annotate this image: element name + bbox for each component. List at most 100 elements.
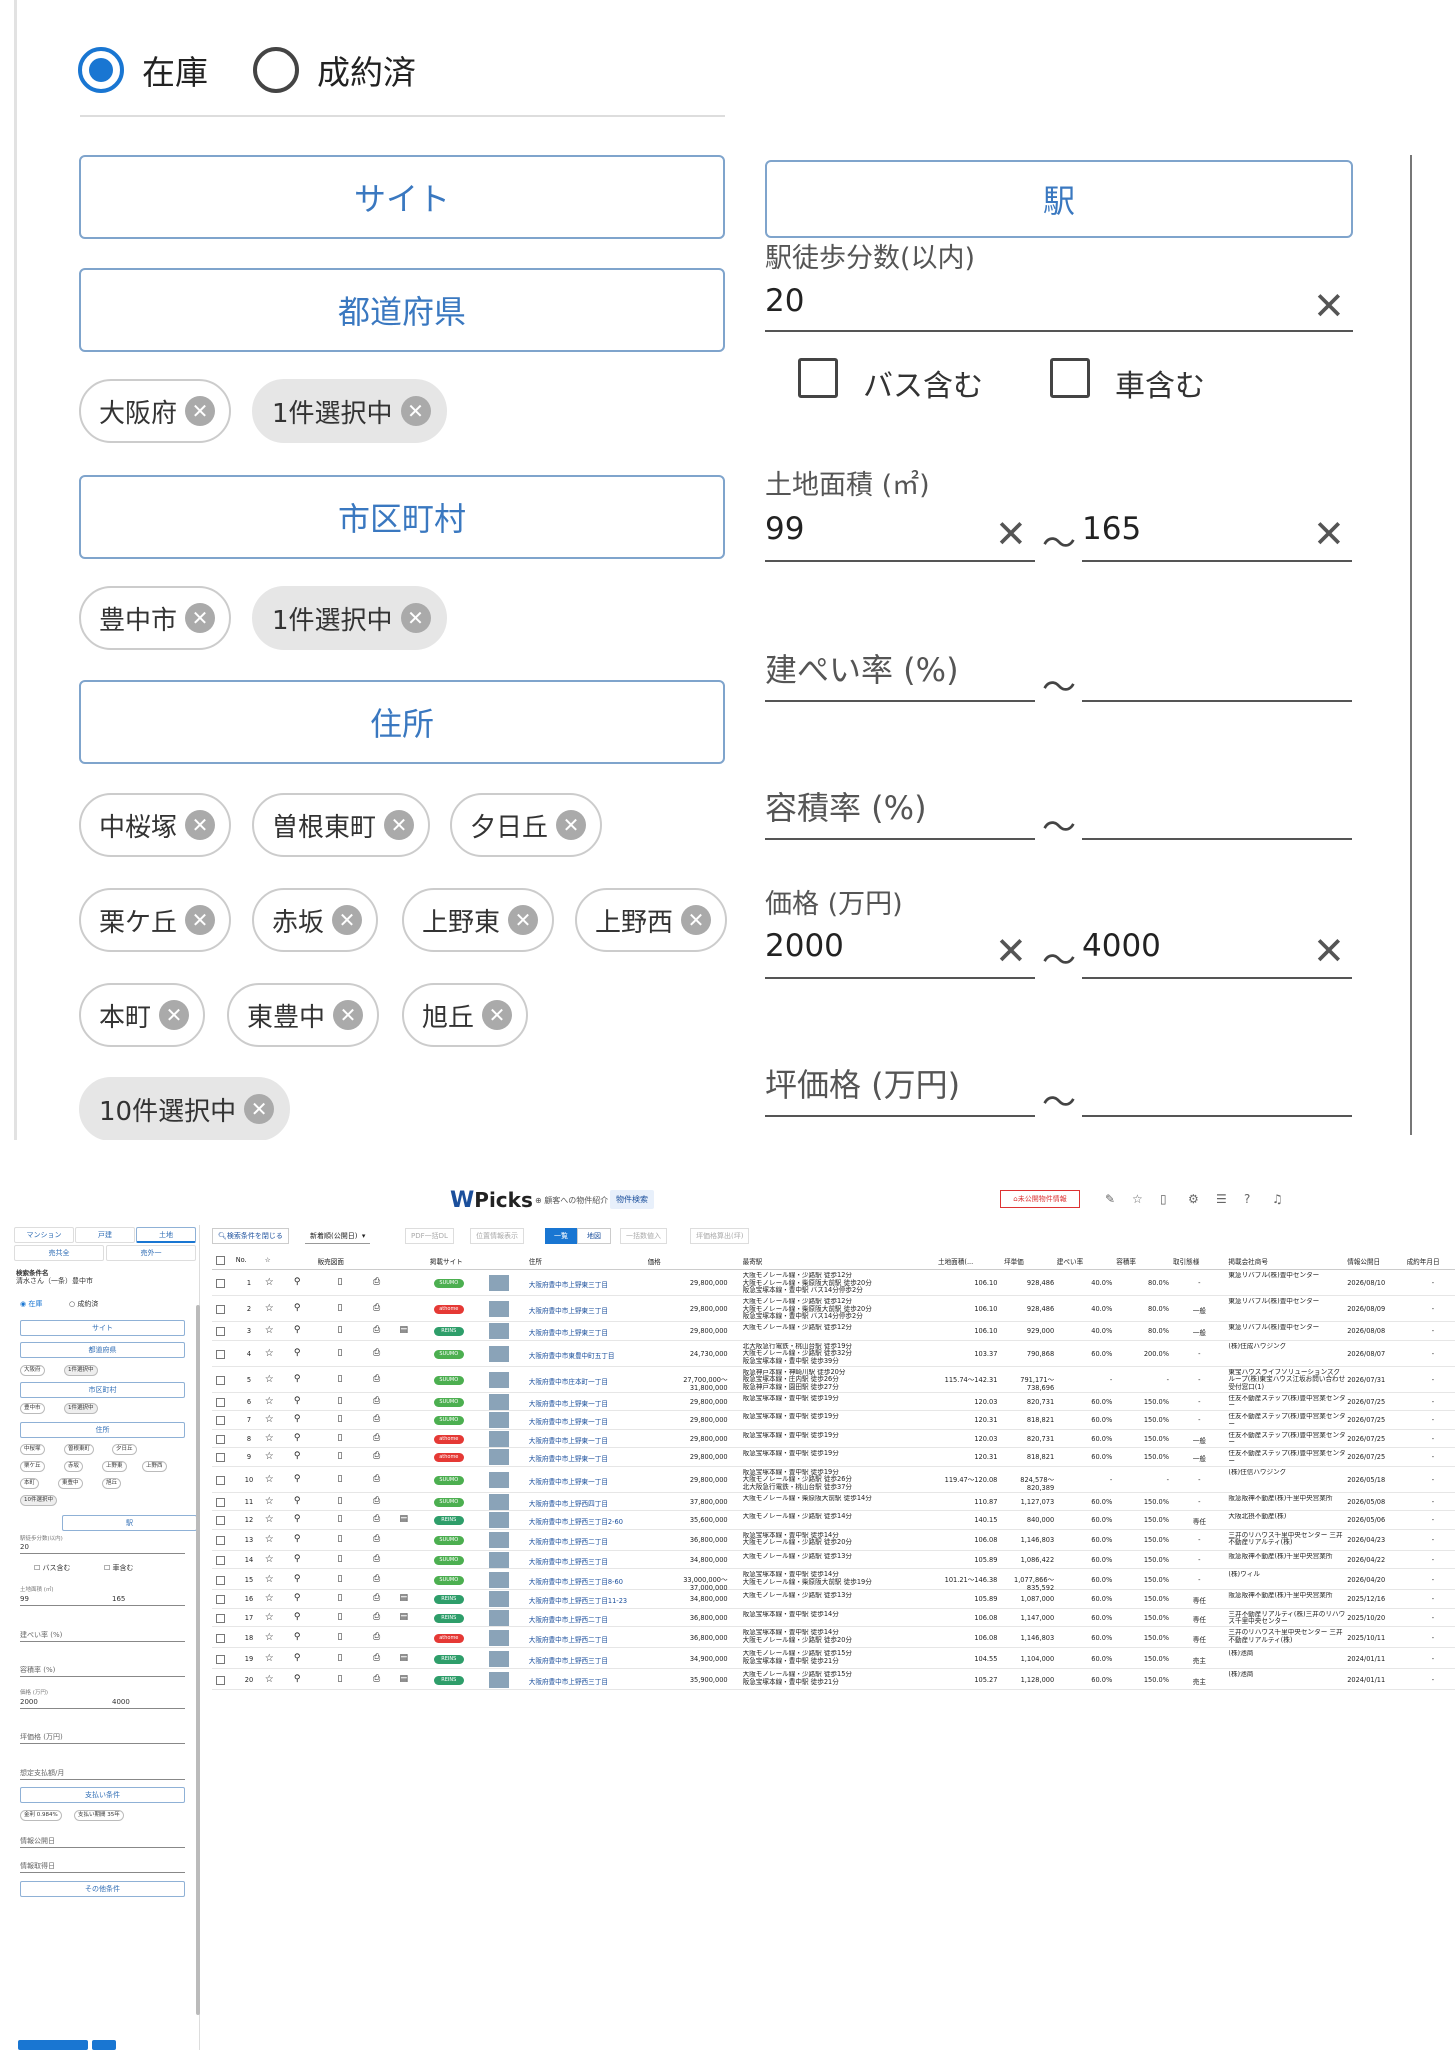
map-pin-icon[interactable]: ⚲: [294, 1396, 312, 1406]
share-icon[interactable]: ⎙: [373, 1632, 391, 1642]
map-pin-icon[interactable]: ⚲: [294, 1474, 312, 1484]
row-checkbox[interactable]: [216, 1613, 225, 1623]
table-row[interactable]: 17 ☆ ⚲ ▯ ⎙ ▤ REINS 大阪府豊中市上野西二丁目 36,800,000 阪急宝塚本線…: [212, 1609, 1455, 1627]
walk-input-mini[interactable]: 20: [20, 1543, 29, 1551]
station-button-mini[interactable]: 駅: [62, 1515, 197, 1531]
drawing-icon[interactable]: ▯: [318, 1632, 363, 1642]
nav-customer-intro[interactable]: ⊕ 顧客への物件紹介: [535, 1195, 608, 1206]
site-badge[interactable]: athome: [433, 1305, 464, 1314]
map-pin-icon[interactable]: ⚲: [294, 1451, 312, 1461]
price-max-mini[interactable]: 4000: [112, 1698, 130, 1706]
map-pin-icon[interactable]: ⚲: [294, 1534, 312, 1544]
select-all-checkbox[interactable]: [216, 1256, 225, 1265]
remove-icon[interactable]: ✕: [159, 1000, 190, 1030]
star-icon[interactable]: ☆: [265, 1433, 283, 1444]
star-icon[interactable]: ☆: [265, 1451, 283, 1462]
chip-address[interactable]: 旭丘 ✕: [402, 983, 529, 1047]
property-thumbnail[interactable]: [489, 1371, 510, 1388]
star-icon[interactable]: ☆: [265, 1554, 283, 1565]
property-thumbnail[interactable]: [489, 1393, 510, 1410]
map-pin-icon[interactable]: ⚲: [294, 1496, 312, 1506]
chip-address[interactable]: 本町 ✕: [79, 983, 206, 1047]
column-header[interactable]: 情報公開日: [1347, 1256, 1402, 1266]
remove-icon[interactable]: ✕: [556, 810, 587, 840]
share-icon[interactable]: ⎙: [373, 1653, 391, 1663]
table-row[interactable]: 13 ☆ ⚲ ▯ ⎙ SUUMO 大阪府豊中市上野西二丁目 36,800,000 阪急宝塚本線・…: [212, 1530, 1455, 1551]
address-link[interactable]: 大阪府豊中市庄本町一丁目: [529, 1376, 674, 1386]
share-icon[interactable]: ⎙: [373, 1593, 391, 1603]
map-pin-icon[interactable]: ⚲: [294, 1414, 312, 1424]
share-icon[interactable]: ⎙: [373, 1277, 391, 1287]
chip-city-selected[interactable]: 1件選択中 ✕: [252, 586, 447, 650]
map-pin-icon[interactable]: ⚲: [294, 1433, 312, 1443]
star-icon[interactable]: ☆: [265, 1374, 283, 1385]
monthly-underline-mini[interactable]: [20, 1779, 185, 1780]
map-pin-icon[interactable]: ⚲: [294, 1632, 312, 1642]
drawing-icon[interactable]: ▯: [318, 1534, 363, 1544]
chip-mini[interactable]: 上野西: [142, 1461, 167, 1472]
star-icon[interactable]: ☆: [265, 1593, 283, 1604]
drawing-icon[interactable]: ▯: [318, 1554, 363, 1564]
address-link[interactable]: 大阪府豊中市上野西二丁目: [529, 1536, 674, 1546]
site-badge[interactable]: REINS: [433, 1613, 464, 1623]
table-row[interactable]: 6 ☆ ⚲ ▯ ⎙ SUUMO 大阪府豊中市上野東一丁目 29,800,000 阪急宝塚本線・豊…: [212, 1393, 1455, 1411]
remove-icon[interactable]: ✕: [185, 603, 216, 633]
chip-mini[interactable]: 豊中市: [20, 1403, 45, 1414]
drawing-icon[interactable]: ▯: [318, 1496, 363, 1506]
chip-mini[interactable]: 上野東: [102, 1461, 127, 1472]
address-link[interactable]: 大阪府豊中市上野西二丁目: [529, 1614, 674, 1624]
chip-address-selected[interactable]: 10件選択中 ✕: [79, 1077, 291, 1141]
address-link[interactable]: 大阪府豊中市上野西四丁目: [529, 1498, 674, 1508]
column-header[interactable]: 掲載サイト: [430, 1256, 489, 1266]
table-row[interactable]: 2 ☆ ⚲ ▯ ⎙ athome 大阪府豊中市上野東三丁目 29,800,000 大阪モノレール…: [212, 1296, 1455, 1322]
site-button-mini[interactable]: サイト: [20, 1320, 185, 1336]
star-icon[interactable]: ☆: [265, 1396, 283, 1407]
chip-pref-selected[interactable]: 1件選択中 ✕: [252, 379, 447, 443]
row-checkbox[interactable]: [216, 1453, 225, 1463]
land-max-input[interactable]: 165: [1082, 511, 1141, 547]
table-row[interactable]: 11 ☆ ⚲ ▯ ⎙ SUUMO 大阪府豊中市上野西四丁目 37,800,000 大阪モノレール…: [212, 1493, 1455, 1511]
row-checkbox[interactable]: [216, 1654, 225, 1664]
map-info-button[interactable]: 位置情報表示: [470, 1228, 524, 1244]
share-icon[interactable]: ⎙: [373, 1474, 391, 1484]
share-icon[interactable]: ⎙: [373, 1414, 391, 1424]
price-min-mini[interactable]: 2000: [20, 1698, 38, 1706]
get-date-mini[interactable]: 情報取得日: [20, 1861, 55, 1871]
map-pin-icon[interactable]: ⚲: [294, 1303, 312, 1313]
drawing-icon[interactable]: ▯: [318, 1277, 363, 1287]
property-thumbnail[interactable]: [489, 1345, 510, 1362]
clear-icon[interactable]: ✕: [1313, 287, 1345, 325]
site-badge[interactable]: REINS: [433, 1654, 464, 1664]
clear-icon[interactable]: ✕: [995, 515, 1027, 553]
bus-checkbox-mini[interactable]: ☐ バス含む: [34, 1563, 71, 1573]
site-badge[interactable]: SUUMO: [433, 1555, 464, 1565]
address-link[interactable]: 大阪府豊中市上野西三丁目2-60: [529, 1516, 674, 1526]
table-row[interactable]: 1 ☆ ⚲ ▯ ⎙ SUUMO 大阪府豊中市上野東三丁目 29,800,000 大阪モノレール線…: [212, 1270, 1455, 1296]
map-pin-icon[interactable]: ⚲: [294, 1325, 312, 1335]
close-search-button[interactable]: 🔍︎ 検索条件を閉じる: [212, 1228, 289, 1244]
column-header[interactable]: ☆: [265, 1256, 283, 1264]
table-row[interactable]: 3 ☆ ⚲ ▯ ⎙ ▤ REINS 大阪府豊中市上野東三丁目 29,800,000 大阪モノレール…: [212, 1322, 1455, 1341]
sort-select[interactable]: 新着順(公開日) ▾: [305, 1228, 371, 1244]
price-min-input[interactable]: 2000: [765, 928, 844, 964]
chip-address[interactable]: 赤坂 ✕: [252, 888, 379, 952]
share-icon[interactable]: ⎙: [373, 1374, 391, 1384]
row-checkbox[interactable]: [216, 1516, 225, 1526]
save-button[interactable]: [92, 2040, 116, 2050]
property-thumbnail[interactable]: [489, 1449, 510, 1466]
table-row[interactable]: 19 ☆ ⚲ ▯ ⎙ ▤ REINS 大阪府豊中市上野西三丁目 34,900,000 大阪モノレー…: [212, 1648, 1455, 1669]
map-pin-icon[interactable]: ⚲: [294, 1612, 312, 1622]
remove-icon[interactable]: ✕: [332, 905, 363, 935]
star-icon[interactable]: ☆: [265, 1653, 283, 1664]
coverage-min-underline[interactable]: [765, 700, 1035, 702]
address-link[interactable]: 大阪府豊中市上野東三丁目: [529, 1327, 674, 1337]
pdf-download-button[interactable]: PDF一括DL: [405, 1228, 454, 1244]
table-row[interactable]: 8 ☆ ⚲ ▯ ⎙ athome 大阪府豊中市上野東一丁目 29,800,000 阪急宝塚本線・…: [212, 1430, 1455, 1448]
far-max-underline[interactable]: [1082, 838, 1352, 840]
far-min-underline[interactable]: [765, 838, 1035, 840]
doc-icon[interactable]: ▤: [399, 1514, 417, 1524]
star-icon[interactable]: ☆: [265, 1574, 283, 1585]
address-link[interactable]: 大阪府豊中市上野東三丁目: [529, 1279, 674, 1289]
site-badge[interactable]: SUUMO: [433, 1279, 464, 1288]
drawing-icon[interactable]: ▯: [318, 1474, 363, 1484]
